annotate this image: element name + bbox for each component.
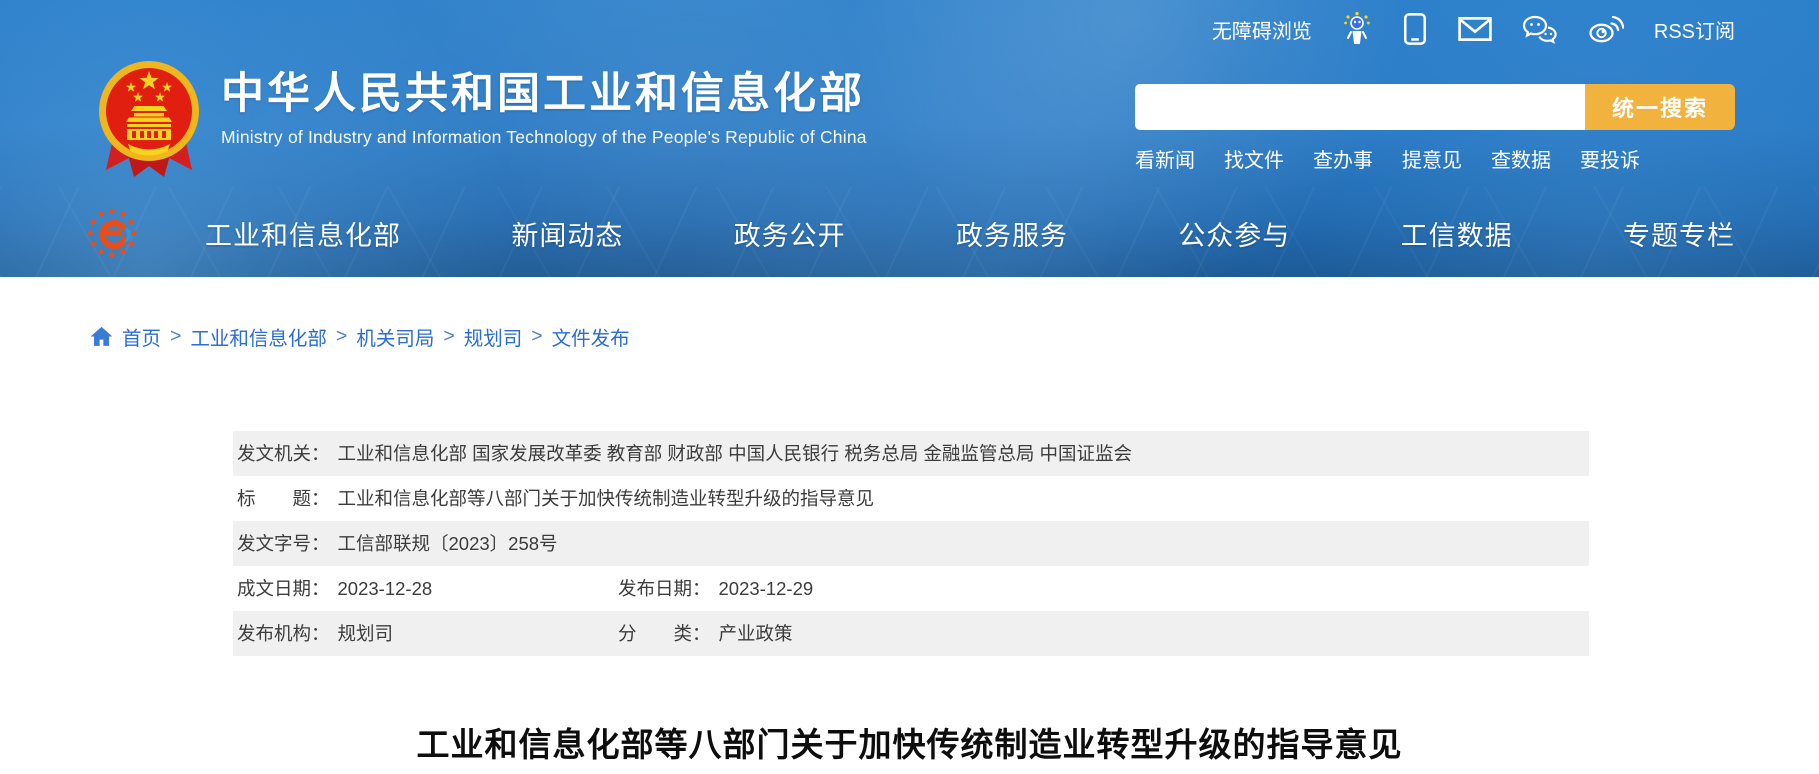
meta-row-issuing-agency: 发文机关： 工业和信息化部 国家发展改革委 教育部 财政部 中国人民银行 税务总局…: [233, 431, 1589, 476]
site-header: 无障碍浏览: [0, 0, 1819, 277]
breadcrumb: 首页 > 工业和信息化部 > 机关司局 > 规划司 > 文件发布: [90, 322, 630, 351]
search-input[interactable]: [1135, 84, 1585, 130]
nav-links: 工业和信息化部 新闻动态 政务公开 政务服务 公众参与 工信数据 专题专栏: [205, 214, 1735, 253]
article-title: 工业和信息化部等八部门关于加快传统制造业转型升级的指导意见: [0, 718, 1819, 766]
meta-label: 发布机构：: [237, 623, 330, 644]
nav-item-special-topics[interactable]: 专题专栏: [1623, 214, 1735, 253]
breadcrumb-document-release[interactable]: 文件发布: [552, 322, 630, 351]
meta-value: 规划司: [338, 623, 394, 644]
site-subtitle: Ministry of Industry and Information Tec…: [221, 127, 867, 148]
nav-item-gov-disclosure[interactable]: 政务公开: [734, 214, 846, 253]
national-emblem-icon: [95, 58, 203, 185]
breadcrumb-separator: >: [531, 325, 542, 348]
quick-link-data[interactable]: 查数据: [1491, 144, 1551, 173]
mobile-icon[interactable]: [1402, 12, 1428, 46]
meta-row-doc-number: 发文字号： 工信部联规〔2023〕258号: [233, 521, 1589, 566]
breadcrumb-planning-dept[interactable]: 规划司: [464, 322, 523, 351]
search-button[interactable]: 统一搜索: [1585, 84, 1735, 130]
quick-link-feedback[interactable]: 提意见: [1402, 144, 1462, 173]
quick-link-complaint[interactable]: 要投诉: [1580, 144, 1640, 173]
meta-label: 发文字号：: [237, 533, 330, 554]
quick-links: 看新闻 找文件 查办事 提意见 查数据 要投诉: [1135, 144, 1735, 173]
meta-label: 标 题：: [237, 488, 330, 509]
page: 无障碍浏览: [0, 0, 1819, 774]
nav-item-industry-data[interactable]: 工信数据: [1401, 214, 1513, 253]
doc-meta-table: 发文机关： 工业和信息化部 国家发展改革委 教育部 财政部 中国人民银行 税务总局…: [233, 431, 1589, 656]
nav-item-miit[interactable]: 工业和信息化部: [205, 214, 401, 253]
accessibility-link[interactable]: 无障碍浏览: [1212, 15, 1312, 44]
search-area: 统一搜索 看新闻 找文件 查办事 提意见 查数据 要投诉: [1135, 84, 1735, 173]
meta-label: 分 类：: [618, 623, 711, 644]
site-title: 中华人民共和国工业和信息化部: [221, 70, 867, 119]
quick-link-news[interactable]: 看新闻: [1135, 144, 1195, 173]
meta-row-dates: 成文日期： 2023-12-28 发布日期： 2023-12-29: [233, 566, 1589, 611]
meta-row-publisher-category: 发布机构： 规划司 分 类： 产业政策: [233, 611, 1589, 656]
nav-item-news[interactable]: 新闻动态: [511, 214, 623, 253]
main-nav: 工业和信息化部 新闻动态 政务公开 政务服务 公众参与 工信数据 专题专栏: [85, 197, 1735, 269]
wechat-icon[interactable]: [1522, 14, 1558, 44]
quick-link-documents[interactable]: 找文件: [1224, 144, 1284, 173]
meta-row-title: 标 题： 工业和信息化部等八部门关于加快传统制造业转型升级的指导意见: [233, 476, 1589, 521]
meta-value: 工业和信息化部等八部门关于加快传统制造业转型升级的指导意见: [338, 488, 875, 509]
nav-item-gov-services[interactable]: 政务服务: [956, 214, 1068, 253]
breadcrumb-separator: >: [170, 325, 181, 348]
meta-label: 成文日期：: [237, 578, 330, 599]
meta-label: 发文机关：: [237, 443, 330, 464]
meta-value: 产业政策: [719, 623, 793, 644]
mail-icon[interactable]: [1458, 16, 1492, 42]
brand: 中华人民共和国工业和信息化部 Ministry of Industry and …: [95, 58, 867, 185]
breadcrumb-miit[interactable]: 工业和信息化部: [190, 322, 327, 351]
meta-value: 2023-12-28: [338, 578, 433, 599]
meta-label: 发布日期：: [618, 578, 711, 599]
meta-value: 2023-12-29: [719, 578, 814, 599]
home-icon[interactable]: [90, 326, 113, 347]
miit-gear-logo-icon[interactable]: [85, 206, 139, 260]
meta-value: 工业和信息化部 国家发展改革委 教育部 财政部 中国人民银行 税务总局 金融监管…: [338, 443, 1132, 464]
rss-link[interactable]: RSS订阅: [1654, 15, 1735, 44]
quick-link-services[interactable]: 查办事: [1313, 144, 1373, 173]
breadcrumb-home[interactable]: 首页: [122, 322, 161, 351]
topbar: 无障碍浏览: [1212, 0, 1735, 58]
weibo-icon[interactable]: [1588, 14, 1624, 44]
breadcrumb-separator: >: [336, 325, 347, 348]
breadcrumb-separator: >: [443, 325, 454, 348]
breadcrumb-departments[interactable]: 机关司局: [356, 322, 434, 351]
assistant-robot-icon[interactable]: [1342, 11, 1372, 47]
nav-item-public-participation[interactable]: 公众参与: [1178, 214, 1290, 253]
meta-value: 工信部联规〔2023〕258号: [338, 533, 558, 554]
